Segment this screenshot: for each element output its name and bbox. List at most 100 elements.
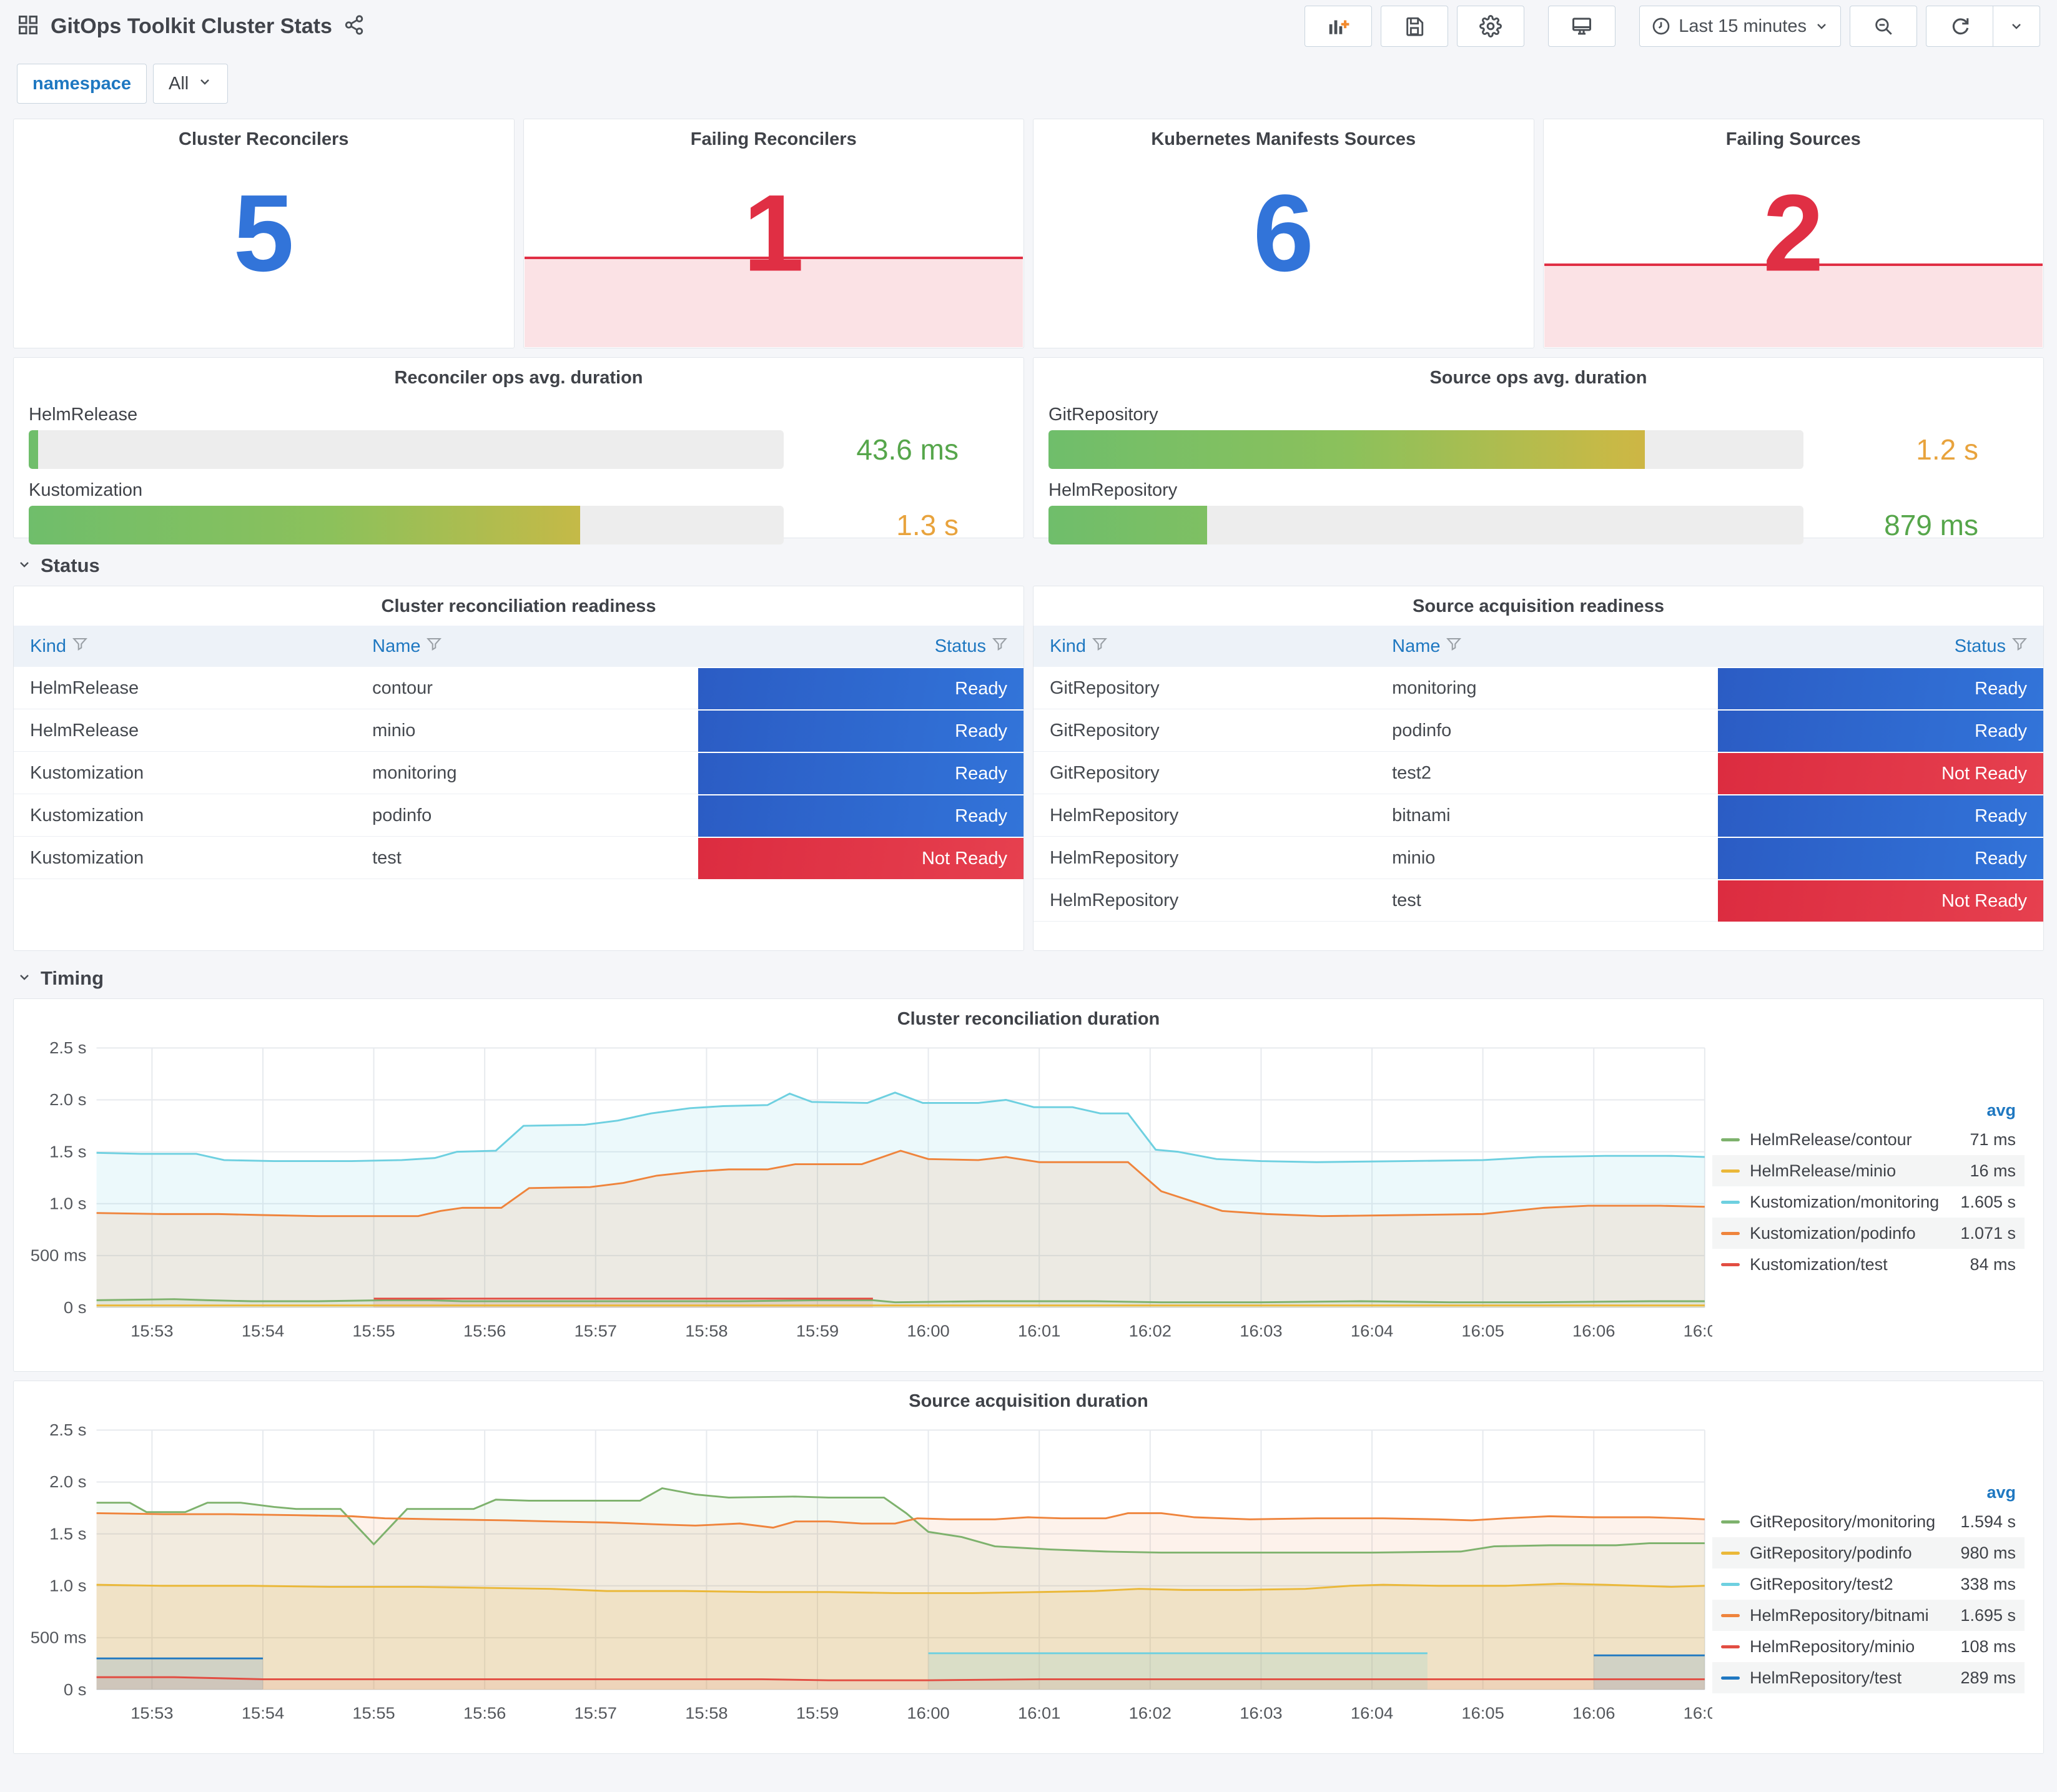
gauge-panel-1: Source ops avg. duration GitRepository 1.2… bbox=[1033, 357, 2044, 544]
legend-item[interactable]: HelmRepository/minio 108 ms bbox=[1712, 1631, 2025, 1662]
cell-kind: GitRepository bbox=[1033, 668, 1376, 709]
legend-series-avg: 108 ms bbox=[1960, 1637, 2016, 1656]
legend-item[interactable]: HelmRepository/test 289 ms bbox=[1712, 1662, 2025, 1693]
table-row: GitRepository test2 Not Ready bbox=[1033, 753, 2043, 794]
legend-series-marker bbox=[1721, 1200, 1740, 1204]
add-panel-button[interactable] bbox=[1305, 6, 1373, 47]
chevron-down-icon bbox=[197, 74, 212, 94]
cell-kind: HelmRepository bbox=[1033, 795, 1376, 837]
stat-panel-1: Failing Reconcilers 1 bbox=[523, 119, 1024, 348]
legend-series-avg: 289 ms bbox=[1960, 1668, 2016, 1687]
legend-item[interactable]: HelmRelease/contour 71 ms bbox=[1712, 1124, 2025, 1155]
table-row: GitRepository monitoring Ready bbox=[1033, 668, 2043, 709]
table-row: Kustomization podinfo Ready bbox=[14, 795, 1024, 837]
svg-text:15:54: 15:54 bbox=[242, 1704, 284, 1722]
filter-icon[interactable] bbox=[1446, 636, 1462, 657]
cell-name: podinfo bbox=[356, 795, 699, 837]
stat-value: 2 bbox=[1763, 172, 1824, 295]
column-header-label: Status bbox=[1954, 636, 2006, 656]
gauge-fill bbox=[1048, 506, 1207, 544]
gauge-row-bar: 43.6 ms bbox=[29, 430, 1009, 469]
legend-item[interactable]: Kustomization/test 84 ms bbox=[1712, 1249, 2025, 1280]
section-status-label: Status bbox=[41, 554, 100, 576]
cell-name: minio bbox=[356, 711, 699, 752]
cycle-view-mode-button[interactable] bbox=[1548, 6, 1616, 47]
svg-text:500 ms: 500 ms bbox=[31, 1246, 87, 1264]
svg-text:500 ms: 500 ms bbox=[31, 1628, 87, 1647]
filter-icon[interactable] bbox=[72, 636, 88, 657]
svg-text:16:00: 16:00 bbox=[907, 1704, 949, 1722]
variable-namespace-label[interactable]: namespace bbox=[17, 64, 147, 104]
cell-name: minio bbox=[1376, 838, 1719, 879]
section-status[interactable]: Status bbox=[17, 554, 2040, 577]
legend-item[interactable]: HelmRepository/bitnami 1.695 s bbox=[1712, 1600, 2025, 1631]
gauge-row-label: GitRepository bbox=[1048, 405, 1158, 425]
legend-item[interactable]: GitRepository/podinfo 980 ms bbox=[1712, 1537, 2025, 1568]
legend-series-name: HelmRepository/minio bbox=[1750, 1637, 1915, 1656]
gauges-row: Reconciler ops avg. duration HelmRelease 4… bbox=[13, 357, 2044, 544]
svg-text:16:06: 16:06 bbox=[1572, 1322, 1615, 1340]
svg-text:15:58: 15:58 bbox=[685, 1704, 728, 1722]
cell-status: Ready bbox=[698, 711, 1024, 752]
variable-namespace-value[interactable]: All bbox=[153, 64, 229, 104]
dashboard-grid-icon[interactable] bbox=[17, 14, 39, 39]
legend-series-avg: 84 ms bbox=[1970, 1254, 2016, 1274]
save-dashboard-button[interactable] bbox=[1381, 6, 1449, 47]
stat-panel-title: Failing Reconcilers bbox=[690, 129, 857, 149]
refresh-button[interactable] bbox=[1926, 6, 1993, 47]
filter-icon[interactable] bbox=[1092, 636, 1108, 657]
cell-status: Not Ready bbox=[1718, 753, 2043, 794]
table-row: HelmRepository bitnami Ready bbox=[1033, 795, 2043, 837]
cell-name: test bbox=[1376, 880, 1719, 922]
legend-avg-header[interactable]: avg bbox=[1712, 1479, 2025, 1506]
readiness-table: Kind Name Status GitRepository monitoring Rea… bbox=[1033, 626, 2043, 922]
column-header-kind[interactable]: Kind bbox=[14, 626, 356, 667]
add-panel-icon bbox=[1326, 14, 1350, 38]
share-dashboard-icon[interactable] bbox=[343, 14, 365, 39]
column-header-status[interactable]: Status bbox=[1718, 626, 2043, 667]
chart-panel-title: Cluster reconciliation duration bbox=[897, 1009, 1160, 1029]
table-header-row: Kind Name Status bbox=[1033, 626, 2043, 667]
legend-series-marker bbox=[1721, 1551, 1740, 1555]
dashboard-settings-button[interactable] bbox=[1457, 6, 1525, 47]
legend-item[interactable]: GitRepository/test2 338 ms bbox=[1712, 1568, 2025, 1600]
stat-value: 6 bbox=[1253, 172, 1314, 295]
svg-text:16:07: 16:07 bbox=[1684, 1322, 1712, 1340]
column-header-name[interactable]: Name bbox=[1376, 626, 1718, 667]
svg-text:16:02: 16:02 bbox=[1129, 1704, 1172, 1722]
filter-icon[interactable] bbox=[2011, 636, 2028, 657]
zoom-out-time-button[interactable] bbox=[1850, 6, 1917, 47]
time-series-plot[interactable]: 0 s 500 ms 1.0 s 1.5 s 2.0 s 2.5 s 15:53 15:54 1… bbox=[14, 1035, 1712, 1371]
cell-kind: Kustomization bbox=[14, 838, 357, 879]
legend-item[interactable]: Kustomization/podinfo 1.071 s bbox=[1712, 1218, 2025, 1249]
legend-avg-header[interactable]: avg bbox=[1712, 1097, 2025, 1124]
svg-text:15:59: 15:59 bbox=[796, 1322, 839, 1340]
table-row: HelmRepository minio Ready bbox=[1033, 838, 2043, 879]
chart-panel-1: Source acquisition duration 0 s 500 ms 1.0 … bbox=[13, 1381, 2044, 1754]
legend-item[interactable]: GitRepository/monitoring 1.594 s bbox=[1712, 1506, 2025, 1537]
column-header-kind[interactable]: Kind bbox=[1033, 626, 1376, 667]
svg-text:16:01: 16:01 bbox=[1018, 1322, 1060, 1340]
svg-text:1.5 s: 1.5 s bbox=[49, 1143, 86, 1161]
gauge-fill bbox=[29, 506, 580, 544]
stat-panel-title: Kubernetes Manifests Sources bbox=[1151, 129, 1416, 149]
time-range-picker[interactable]: Last 15 minutes bbox=[1639, 6, 1841, 47]
gauge-panel-0: Reconciler ops avg. duration HelmRelease 4… bbox=[13, 357, 1024, 544]
legend-item[interactable]: HelmRelease/minio 16 ms bbox=[1712, 1155, 2025, 1186]
filter-icon[interactable] bbox=[992, 636, 1008, 657]
cell-status: Ready bbox=[1718, 711, 2043, 752]
gauge-value: 1.3 s bbox=[896, 509, 959, 541]
legend-series-name: Kustomization/test bbox=[1750, 1254, 1888, 1274]
column-header-status[interactable]: Status bbox=[698, 626, 1024, 667]
cell-status: Not Ready bbox=[1718, 880, 2043, 922]
filter-icon[interactable] bbox=[427, 636, 442, 657]
column-header-name[interactable]: Name bbox=[356, 626, 698, 667]
cell-kind: GitRepository bbox=[1033, 753, 1376, 794]
section-timing[interactable]: Timing bbox=[17, 967, 2040, 990]
refresh-interval-button[interactable] bbox=[1993, 6, 2040, 47]
legend-item[interactable]: Kustomization/monitoring 1.605 s bbox=[1712, 1186, 2025, 1218]
time-series-plot[interactable]: 0 s 500 ms 1.0 s 1.5 s 2.0 s 2.5 s 15:53 15:54 1… bbox=[14, 1417, 1712, 1753]
svg-text:15:59: 15:59 bbox=[796, 1704, 839, 1722]
column-header-label: Status bbox=[934, 636, 986, 656]
table-panel-title: Source acquisition readiness bbox=[1413, 596, 1664, 616]
